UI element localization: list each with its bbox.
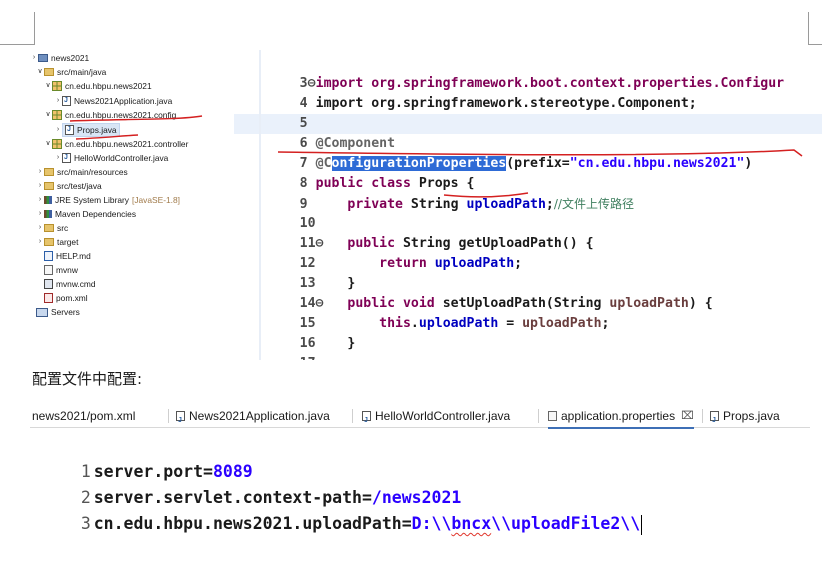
tree-item-label: target [57,237,79,247]
pom-file-icon [44,293,53,303]
tree-item-jre-system-library[interactable]: › JRE System Library [JavaSE-1.8] [36,194,180,206]
collapse-chevron-icon[interactable]: › [54,152,62,164]
project-explorer: › news2021 ∨ src/main/java ∨ cn.edu.hbpu… [30,50,230,355]
line-number: 3 [80,514,91,533]
tab-separator [538,409,539,423]
tree-item-label: src/test/java [57,181,102,191]
tree-item-pom-xml[interactable]: pom.xml [44,292,88,304]
tree-item-target[interactable]: › target [36,236,79,248]
folder-icon [44,238,54,246]
tree-item-src[interactable]: › src [36,222,68,234]
tree-item-label: JRE System Library [55,195,129,205]
tab-news2021application[interactable]: News2021Application.java [176,405,330,432]
properties-line-1: 1 server.port=8089 [30,430,253,481]
close-icon[interactable]: ⌧ [681,405,694,427]
java-file-icon [176,410,185,432]
servers-icon [36,307,48,317]
tab-props-java[interactable]: Props.java [710,405,780,432]
tree-item-mvnw-cmd[interactable]: mvnw.cmd [44,278,96,290]
collapse-chevron-icon[interactable]: › [36,194,44,206]
code-red-annotations [277,149,803,198]
tree-item-label: Servers [51,307,80,317]
page-corner-mark [0,44,35,45]
tree-item-help-md[interactable]: HELP.md [44,250,91,262]
tree-item-src-test-java[interactable]: › src/test/java [36,180,102,192]
tree-item-label: src [57,223,69,233]
properties-line-2: 2 server.servlet.context-path=/news2021 [30,456,462,507]
tab-label: news2021/pom.xml [32,409,136,423]
tree-item-label: HelloWorldController.java [74,153,169,163]
properties-line-3: 3 cn.edu.hbpu.news2021.uploadPath=D:\\bnc… [30,482,643,535]
file-icon [44,265,53,275]
tree-item-helloworldcontroller[interactable]: › HelloWorldController.java [54,152,169,164]
tree-item-maven-dependencies[interactable]: › Maven Dependencies [36,208,136,220]
tab-pom-xml[interactable]: news2021/pom.xml [32,405,135,427]
document-caption: 配置文件中配置: [32,370,143,388]
library-icon [44,196,52,204]
property-value: \\uploadFile2\\ [491,514,641,533]
tree-item-label: src/main/resources [57,167,128,177]
tree-item-label: mvnw [56,265,78,275]
page-corner-mark [808,12,809,45]
tab-label: HelloWorldController.java [375,409,511,423]
tab-label: application.properties [561,409,676,423]
collapse-chevron-icon[interactable]: › [36,236,44,248]
java-file-icon [710,410,719,432]
properties-file-icon [548,411,557,421]
folder-icon [44,224,54,232]
collapse-chevron-icon[interactable]: › [36,166,44,178]
property-key: cn.edu.hbpu.news2021.uploadPath= [93,514,412,533]
jre-version-label: [JavaSE-1.8] [132,195,180,205]
page-corner-mark [34,12,35,45]
markdown-file-icon [44,251,53,261]
library-icon [44,210,52,218]
tree-item-src-main-resources[interactable]: › src/main/resources [36,166,128,178]
red-underline-config [69,115,203,122]
editor-tab-bar: news2021/pom.xml News2021Application.jav… [30,405,810,432]
source-folder-icon [44,182,54,190]
collapse-chevron-icon[interactable]: › [36,208,44,220]
tree-item-mvnw[interactable]: mvnw [44,264,78,276]
collapse-chevron-icon[interactable]: › [36,180,44,192]
spellcheck-word: bncx [451,514,492,533]
tree-item-label: HELP.md [56,251,91,261]
collapse-chevron-icon[interactable]: › [36,222,44,234]
tree-item-servers[interactable]: Servers [36,306,80,318]
tab-helloworldcontroller[interactable]: HelloWorldController.java [362,405,511,432]
source-folder-icon [44,168,54,176]
java-code-editor[interactable]: 3⊖import org.springframework.boot.contex… [234,50,822,360]
tab-label: News2021Application.java [189,409,330,423]
tree-item-label: mvnw.cmd [56,279,96,289]
tab-label: Props.java [723,409,780,423]
red-underline-field [443,192,529,198]
property-value: D:\\ [411,514,452,533]
page-corner-mark [808,44,822,45]
tab-application-properties[interactable]: application.properties ⌧ [548,405,694,429]
java-file-icon [362,410,371,432]
red-underline-props [75,134,139,140]
tree-item-label: Maven Dependencies [55,209,137,219]
tab-separator [352,409,353,423]
code-viewport: 3⊖import org.springframework.boot.contex… [234,50,822,360]
properties-editor[interactable]: 1 server.port=8089 2 server.servlet.contex… [30,430,810,535]
red-underline-annotation [277,149,803,157]
tab-separator [168,409,169,423]
cmd-file-icon [44,279,53,289]
tab-separator [702,409,703,423]
red-annotation-strokes [69,115,203,140]
java-file-icon [62,152,71,164]
tree-item-label: pom.xml [56,293,88,303]
